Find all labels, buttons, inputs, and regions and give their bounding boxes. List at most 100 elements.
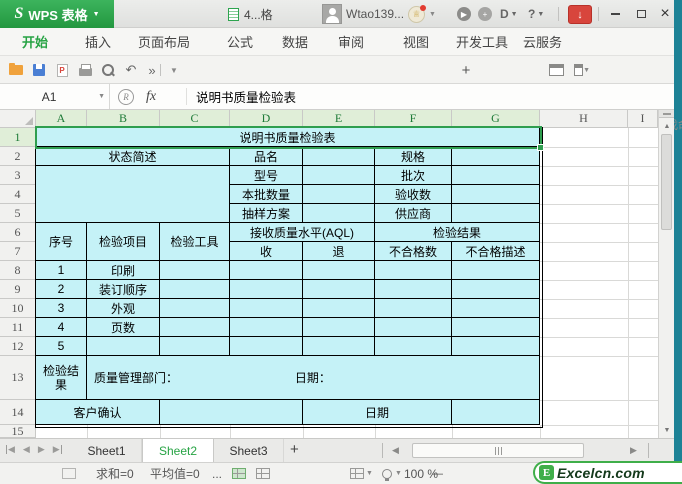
title-cell[interactable]: 说明书质量检验表 [36,128,540,147]
row-header-12[interactable]: 12 [0,337,36,356]
cell-D12[interactable] [230,337,303,356]
row-header-10[interactable]: 10 [0,299,36,318]
insert-function-button[interactable]: fx [146,89,156,105]
vertical-scroll-thumb[interactable] [661,134,672,230]
menu-数据[interactable]: 数据 [282,28,308,55]
cell-E7[interactable]: 退 [303,242,375,261]
cell-C12[interactable] [160,337,230,356]
cell-G10[interactable] [452,299,540,318]
cell-E2[interactable] [303,147,375,166]
cell-G11[interactable] [452,318,540,337]
name-box[interactable]: A1 ▼ [0,84,110,109]
cell-C14:D14[interactable] [160,400,303,425]
docer-menu-button[interactable]: D ▼ [500,6,518,22]
next-sheet-button[interactable]: ▶ [38,444,45,455]
status-area-cell[interactable] [36,166,230,223]
cell-A6:A7[interactable]: 序号 [36,223,87,261]
cell-E11[interactable] [303,318,375,337]
row-header-11[interactable]: 11 [0,318,36,337]
cell-G12[interactable] [452,337,540,356]
cell-B10[interactable]: 外观 [87,299,160,318]
menu-开发工具[interactable]: 开发工具 [456,28,508,55]
window-manage-button[interactable] [548,62,564,78]
cell-F8[interactable] [375,261,452,280]
print-preview-button[interactable] [100,62,116,78]
cell-A10[interactable]: 3 [36,299,87,318]
cell-C10[interactable] [160,299,230,318]
user-account-button[interactable]: Wtao139... ♕ ▼ [322,3,436,25]
cell-C9[interactable] [160,280,230,299]
cell-G3[interactable] [452,166,540,185]
eye-protection-button[interactable]: ▼ [382,463,402,484]
scroll-up-button[interactable]: ▲ [659,119,674,133]
cell-G8[interactable] [452,261,540,280]
cell-F9[interactable] [375,280,452,299]
toolbar-dropdown[interactable]: ▼ [166,62,182,78]
cell-B9[interactable]: 装订顺序 [87,280,160,299]
first-sheet-button[interactable]: ◀ [6,444,15,455]
menu-视图[interactable]: 视图 [403,28,429,55]
cell-D4[interactable]: 本批数量 [230,185,303,204]
dept-date-cell[interactable]: 质量管理部门： 日期： [87,356,540,400]
workspace-button[interactable]: ▼ [574,62,590,78]
cell-E3[interactable] [303,166,375,185]
cell-A8[interactable]: 1 [36,261,87,280]
row-header-8[interactable]: 8 [0,261,36,280]
cell-E8[interactable] [303,261,375,280]
cell-C11[interactable] [160,318,230,337]
view-pagebreak-button[interactable] [256,463,270,484]
cell-G7[interactable]: 不合格描述 [452,242,540,261]
cell-D6:E6[interactable]: 接收质量水平(AQL) [230,223,375,242]
cell-A14:B14[interactable]: 客户确认 [36,400,160,425]
menu-插入[interactable]: 插入 [85,28,111,55]
row-header-7[interactable]: 7 [0,242,36,261]
help-button[interactable]: ? ▼ [528,6,544,22]
cell-D8[interactable] [230,261,303,280]
open-file-button[interactable] [8,62,24,78]
column-header-C[interactable]: C [160,110,230,128]
export-pdf-button[interactable]: P [54,62,70,78]
plugin-icon-1[interactable]: ▶ [457,6,471,22]
wps-menu-button[interactable]: S WPS 表格 ▼ [0,0,114,28]
cell-F10[interactable] [375,299,452,318]
scroll-down-button[interactable]: ▼ [659,423,674,437]
cell-F11[interactable] [375,318,452,337]
column-header-A[interactable]: A [36,110,87,128]
maximize-button[interactable] [628,0,654,27]
cell-F5[interactable]: 供应商 [375,204,452,223]
menu-公式[interactable]: 公式 [227,28,253,55]
download-button[interactable]: ↓ [568,5,592,24]
menu-开始[interactable]: 开始 [22,28,48,55]
cell-B11[interactable]: 页数 [87,318,160,337]
cell-F6:G6[interactable]: 检验结果 [375,223,540,242]
view-layout-button[interactable]: ▼ [350,463,373,484]
cell-A9[interactable]: 2 [36,280,87,299]
cell-E10[interactable] [303,299,375,318]
row-header-4[interactable]: 4 [0,185,36,204]
sheet-tab-sheet1[interactable]: Sheet1 [72,439,142,462]
column-header-H[interactable]: H [540,110,628,128]
menu-页面布局[interactable]: 页面布局 [138,28,190,55]
cell-D2[interactable]: 品名 [230,147,303,166]
row-header-1[interactable]: 1 [0,128,36,147]
cell-F12[interactable] [375,337,452,356]
more-commands-button[interactable]: » [144,62,160,78]
row-header-13[interactable]: 13 [0,356,36,400]
cell-B12[interactable] [87,337,160,356]
new-document-tab-button[interactable]: + [458,62,474,79]
vertical-scrollbar[interactable]: ▲ ▼ [658,110,674,438]
cell-F7[interactable]: 不合格数 [375,242,452,261]
row-header-9[interactable]: 9 [0,280,36,299]
plugin-icon-2[interactable]: + [478,6,492,22]
row-header-3[interactable]: 3 [0,166,36,185]
function-wizard-icon[interactable]: R [118,88,134,105]
cell-E9[interactable] [303,280,375,299]
cell-G4[interactable] [452,185,540,204]
sheet-tab-sheet2[interactable]: Sheet2 [142,439,214,462]
cell-B8[interactable]: 印刷 [87,261,160,280]
fill-handle[interactable] [537,144,544,151]
menu-云服务[interactable]: 云服务 [523,28,562,55]
minimize-button[interactable] [602,0,628,27]
cell-D9[interactable] [230,280,303,299]
close-button[interactable]: × [652,0,678,27]
